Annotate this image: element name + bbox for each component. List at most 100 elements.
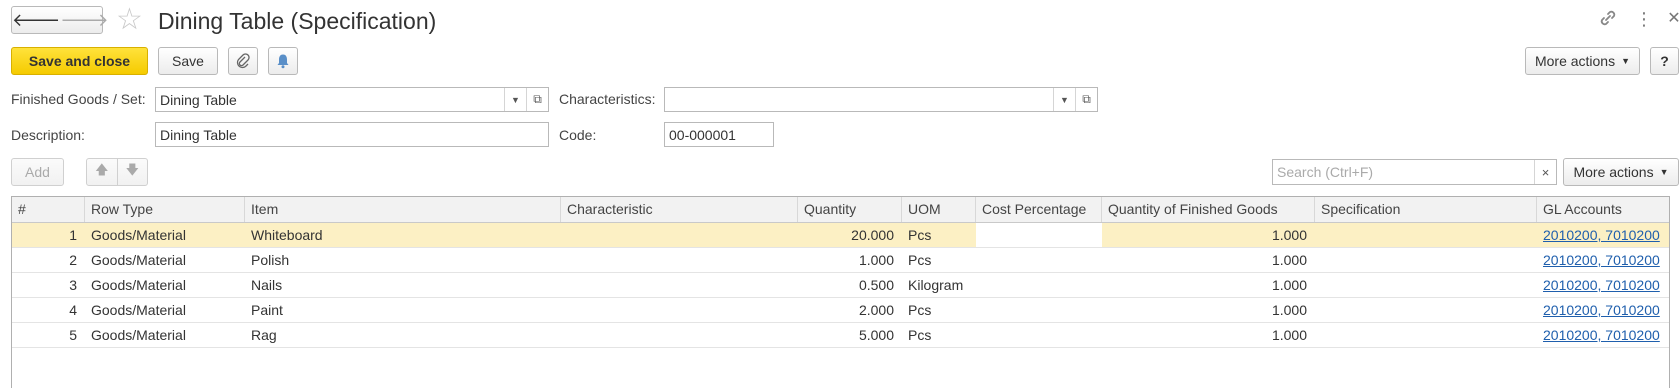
table-row[interactable]: 4 Goods/Material Paint 2.000 Pcs 1.000 2010200…	[12, 298, 1669, 323]
cell-number: 5	[69, 327, 77, 343]
cell-specification	[1315, 223, 1537, 247]
column-header-item[interactable]: Item	[245, 197, 561, 222]
link-icon[interactable]	[1598, 8, 1618, 33]
cell-characteristic	[561, 223, 798, 247]
dropdown-arrow-icon[interactable]: ▼	[504, 88, 526, 111]
cell-characteristic	[561, 298, 798, 322]
table-header: # Row Type Item Characteristic Quantity …	[12, 197, 1669, 223]
cell-cost-percentage	[976, 248, 1102, 272]
specification-table: # Row Type Item Characteristic Quantity …	[11, 196, 1670, 388]
table-row[interactable]: 3 Goods/Material Nails 0.500 Kilogram 1.000 20…	[12, 273, 1669, 298]
cell-uom: Pcs	[908, 302, 932, 318]
characteristics-field[interactable]: ▼ ⧉	[664, 87, 1098, 112]
back-button[interactable]: 🡐	[12, 7, 60, 33]
finished-goods-label: Finished Goods / Set:	[11, 91, 146, 107]
column-header-gl-accounts[interactable]: GL Accounts	[1537, 197, 1669, 222]
chevron-down-icon: ▼	[1659, 167, 1669, 177]
cell-cost-percentage	[976, 298, 1102, 322]
cell-uom: Pcs	[908, 227, 932, 243]
cell-qty-finished-goods: 1.000	[1271, 302, 1307, 318]
column-header-qty-finished-goods[interactable]: Quantity of Finished Goods	[1102, 197, 1315, 222]
column-header-uom[interactable]: UOM	[902, 197, 976, 222]
more-actions-button[interactable]: More actions ▼	[1525, 47, 1640, 75]
cell-characteristic	[561, 248, 798, 272]
cell-cost-percentage	[976, 223, 1102, 247]
cell-quantity: 2.000	[858, 302, 894, 318]
cell-gl-accounts[interactable]: 2010200, 7010200	[1537, 273, 1669, 297]
characteristics-label: Characteristics:	[559, 91, 656, 107]
description-label: Description:	[11, 127, 85, 143]
forward-button[interactable]: 🡒	[60, 7, 108, 33]
cell-item: Rag	[251, 327, 277, 343]
table-more-actions-button[interactable]: More actions ▼	[1563, 158, 1679, 186]
column-header-specification[interactable]: Specification	[1315, 197, 1537, 222]
table-row[interactable]: 1 Goods/Material Whiteboard 20.000 Pcs 1.000 2…	[12, 223, 1669, 248]
notify-button[interactable]	[268, 47, 298, 75]
cell-number: 2	[69, 252, 77, 268]
cell-quantity: 5.000	[858, 327, 894, 343]
cell-quantity: 1.000	[858, 252, 894, 268]
star-icon[interactable]: ☆	[116, 4, 143, 36]
code-value: 00-000001	[669, 126, 736, 143]
table-row[interactable]: 2 Goods/Material Polish 1.000 Pcs 1.000 201020…	[12, 248, 1669, 273]
code-label: Code:	[559, 127, 597, 143]
help-button[interactable]: ?	[1650, 47, 1679, 75]
cell-characteristic	[561, 323, 798, 347]
dropdown-arrow-icon[interactable]: ▼	[1053, 88, 1075, 111]
cell-gl-accounts[interactable]: 2010200, 7010200	[1537, 323, 1669, 347]
history-nav: 🡐 🡒	[11, 6, 109, 34]
cell-uom: Pcs	[908, 252, 932, 268]
description-field[interactable]: Dining Table	[155, 122, 549, 147]
cell-number: 3	[69, 277, 77, 293]
cell-quantity: 20.000	[851, 227, 894, 243]
cell-gl-accounts[interactable]: 2010200, 7010200	[1537, 298, 1669, 322]
column-header-cost-percentage[interactable]: Cost Percentage	[976, 197, 1102, 222]
page-title: Dining Table (Specification)	[158, 8, 437, 34]
arrow-left-icon: 🡐	[12, 9, 61, 30]
vertical-dots-icon[interactable]: ⋮	[1634, 8, 1654, 30]
description-value: Dining Table	[160, 126, 237, 143]
cell-gl-accounts[interactable]: 2010200, 7010200	[1537, 248, 1669, 272]
add-button[interactable]: Add	[11, 158, 64, 186]
close-icon[interactable]: ✕	[1664, 8, 1679, 30]
column-header-characteristic[interactable]: Characteristic	[561, 197, 798, 222]
clear-search-button[interactable]: ×	[1534, 160, 1556, 184]
table-row[interactable]: 5 Goods/Material Rag 5.000 Pcs 1.000 2010200, …	[12, 323, 1669, 348]
cell-number: 4	[69, 302, 77, 318]
cell-qty-finished-goods: 1.000	[1271, 277, 1307, 293]
bell-icon	[277, 54, 289, 69]
move-buttons: 🡅 🡇	[86, 158, 148, 186]
cell-quantity: 0.500	[858, 277, 894, 293]
code-field[interactable]: 00-000001	[664, 122, 774, 147]
column-header-number[interactable]: #	[12, 197, 85, 222]
cell-specification	[1315, 273, 1537, 297]
search-input[interactable]: Search (Ctrl+F) ×	[1272, 159, 1557, 185]
cell-qty-finished-goods: 1.000	[1271, 252, 1307, 268]
save-button[interactable]: Save	[158, 47, 218, 75]
column-header-row-type[interactable]: Row Type	[85, 197, 245, 222]
cell-item: Whiteboard	[251, 227, 323, 243]
cell-row-type: Goods/Material	[91, 277, 186, 293]
arrow-up-icon[interactable]: 🡅	[87, 161, 117, 183]
cell-cost-percentage	[976, 273, 1102, 297]
save-and-close-button[interactable]: Save and close	[11, 47, 148, 75]
column-header-quantity[interactable]: Quantity	[798, 197, 902, 222]
cell-qty-finished-goods: 1.000	[1271, 227, 1307, 243]
arrow-right-icon: 🡒	[60, 9, 109, 30]
cell-gl-accounts[interactable]: 2010200, 7010200	[1537, 223, 1669, 247]
more-actions-label: More actions	[1534, 53, 1616, 69]
open-icon[interactable]: ⧉	[526, 88, 548, 111]
cell-number: 1	[69, 227, 77, 243]
paperclip-icon	[236, 53, 250, 69]
cell-item: Paint	[251, 302, 283, 318]
cell-cost-percentage	[976, 323, 1102, 347]
finished-goods-field[interactable]: Dining Table ▼ ⧉	[155, 87, 549, 112]
open-icon[interactable]: ⧉	[1075, 88, 1097, 111]
arrow-down-icon[interactable]: 🡇	[118, 161, 148, 183]
cell-characteristic	[561, 273, 798, 297]
cell-specification	[1315, 248, 1537, 272]
cell-item: Polish	[251, 252, 290, 268]
cell-item: Nails	[251, 277, 283, 293]
attach-button[interactable]	[228, 47, 258, 75]
search-placeholder: Search (Ctrl+F)	[1277, 164, 1374, 180]
